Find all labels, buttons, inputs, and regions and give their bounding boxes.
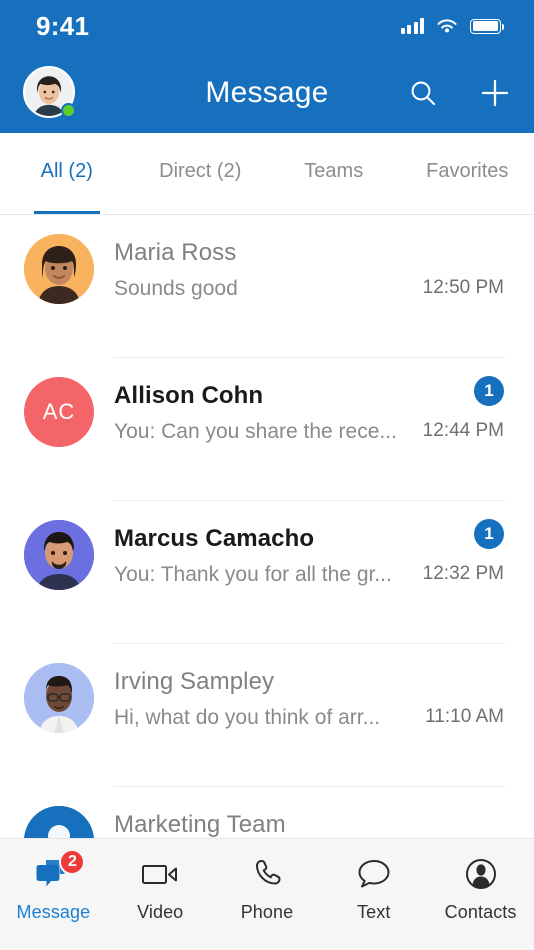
tab-all[interactable]: All (2) [0,133,134,214]
avatar [24,234,94,304]
nav-label: Video [137,902,184,922]
list-item-body: Irving Sampley Hi, what do you think of … [114,663,504,787]
nav-label: Contacts [444,902,517,922]
contact-person-glyph [465,859,496,889]
message-app-screen: 9:41 Message All (2) Direct (2) Teams Fa… [0,0,534,950]
nav-item-phone[interactable]: Phone [214,853,321,923]
avatar-face-illustration [24,234,94,304]
status-bar-icons [400,18,505,35]
list-item-body: Marcus Camacho You: Thank you for all th… [114,519,504,644]
list-item[interactable]: Irving Sampley Hi, what do you think of … [0,644,534,787]
video-camera-icon [139,853,181,895]
nav-label: Phone [240,902,294,922]
list-item-body: Allison Cohn You: Can you share the rece… [114,376,504,501]
conversation-timestamp: 11:10 AM [425,706,504,727]
avatar [24,520,94,590]
header-actions [406,52,512,133]
signal-bars-icon [400,18,424,34]
navigation-bar: Message [0,52,534,133]
avatar: AC [24,377,94,447]
list-item[interactable]: AC Allison Cohn You: Can you share the r… [0,358,534,501]
list-item-body: Maria Ross Sounds good 12:50 PM [114,234,504,358]
conversation-name: Allison Cohn [114,382,264,409]
wifi-icon [437,18,457,32]
status-bar: 9:41 [0,0,534,52]
avatar-face-illustration [24,663,94,733]
nav-item-video[interactable]: Video [107,853,214,923]
conversation-name: Marketing Team [114,811,286,838]
tab-favorites[interactable]: Favorites [401,133,534,214]
conversation-name: Marcus Camacho [114,525,315,552]
add-conversation-button[interactable] [478,76,512,110]
list-item[interactable]: Marcus Camacho You: Thank you for all th… [0,501,534,644]
contact-person-icon [463,853,499,895]
conversation-timestamp: 12:50 PM [422,277,504,298]
video-camera-glyph [142,865,178,884]
nav-label: Message [16,902,91,922]
phone-handset-icon [250,853,284,895]
status-badge: 2 [59,849,86,875]
speech-bubble-icon [356,853,392,895]
plus-icon [481,79,509,106]
tab-teams[interactable]: Teams [267,133,401,214]
conversation-name: Irving Sampley [114,668,275,695]
tab-direct[interactable]: Direct (2) [134,133,268,214]
status-badge: 1 [474,519,504,549]
avatar-initials: AC [42,399,76,424]
nav-item-message[interactable]: 2 Message [0,849,107,923]
avatar [24,663,94,733]
avatar-face-illustration [24,520,94,590]
nav-item-text[interactable]: Text [320,853,427,923]
status-bar-time: 9:41 [36,10,90,41]
conversation-timestamp: 12:32 PM [422,563,504,584]
message-bubbles-icon: 2 [33,849,86,895]
nav-label: Text [357,902,391,922]
phone-handset-glyph [255,860,281,885]
search-icon [411,81,436,105]
list-item[interactable]: Maria Ross Sounds good 12:50 PM [0,215,534,358]
app-header: 9:41 Message [0,0,534,133]
nav-item-contacts[interactable]: Contacts [427,853,534,923]
conversation-name: Maria Ross [114,239,237,266]
conversation-filter-tabs: All (2) Direct (2) Teams Favorites [0,133,534,215]
battery-full-icon [470,18,505,34]
speech-bubble-glyph [358,860,390,888]
bottom-navigation: 2 Message Video Phone Text Contacts [0,838,534,950]
status-badge: 1 [474,376,504,406]
conversation-timestamp: 12:44 PM [422,420,504,441]
search-button[interactable] [406,76,440,110]
